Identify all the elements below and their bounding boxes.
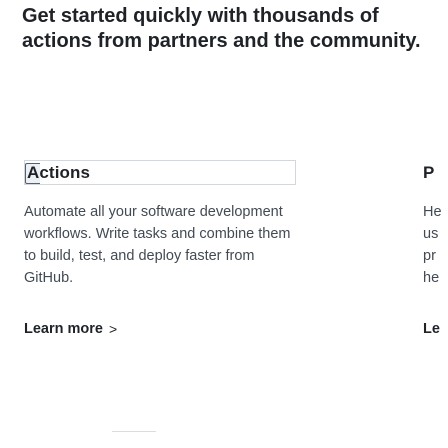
- partial-learn-more-link[interactable]: Le: [423, 321, 448, 337]
- chevron-right-icon: >: [108, 321, 118, 337]
- partial-desc-line: pr: [423, 248, 436, 264]
- partial-card: P He us pr he Le: [423, 160, 448, 337]
- partial-desc-line: us: [423, 226, 439, 242]
- page: Get started quickly with thousands of ac…: [0, 0, 448, 448]
- partial-desc-line: he: [423, 270, 440, 286]
- card-description: Automate all your software development w…: [24, 204, 291, 286]
- learn-more-link[interactable]: Learn more >: [24, 321, 117, 337]
- partial-card-title: P: [423, 163, 435, 182]
- divider: [112, 431, 156, 432]
- learn-more-label: Learn more: [24, 321, 103, 337]
- partial-desc-line: He: [423, 204, 442, 220]
- partial-card-description: He us pr he: [423, 201, 448, 289]
- actions-card: Actions Automate all your software devel…: [24, 160, 304, 338]
- intro-heading: Get started quickly with thousands of ac…: [22, 5, 421, 52]
- card-title: Actions: [27, 162, 91, 182]
- card-title-box: Actions: [24, 160, 296, 185]
